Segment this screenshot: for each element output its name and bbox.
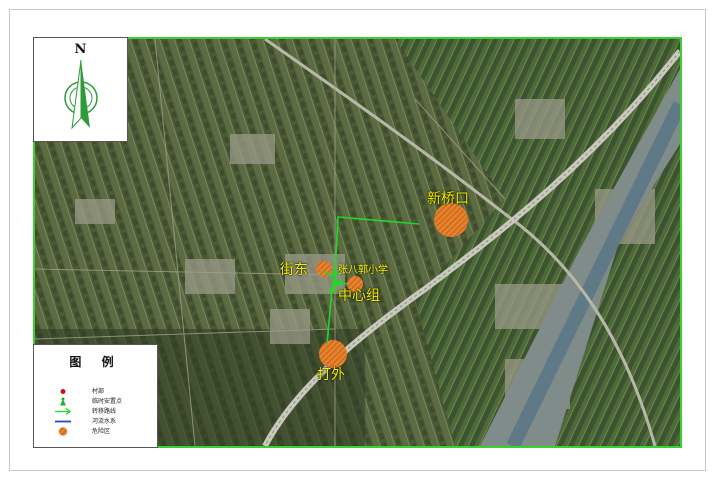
label-dawai: 打外 bbox=[317, 367, 345, 383]
legend-item-shelter: 临时安置点 bbox=[52, 397, 152, 406]
label-center-group: 中心组 bbox=[338, 288, 380, 304]
legend-title: 图 例 bbox=[69, 355, 122, 369]
shelter-icon bbox=[60, 397, 66, 406]
label-xinqiaokou: 新桥口 bbox=[427, 191, 469, 207]
compass-icon bbox=[64, 59, 98, 130]
water-line-icon bbox=[55, 420, 71, 423]
legend-item-danger: 危险区 bbox=[52, 427, 152, 436]
north-arrow-panel: N bbox=[33, 37, 128, 142]
hatched-circle-icon bbox=[58, 427, 68, 436]
legend-panel: 图 例 村部 临时安置点 转移路线 河流水系 危险区 bbox=[33, 344, 158, 448]
arrow-icon bbox=[55, 407, 72, 416]
legend-item-water: 河流水系 bbox=[52, 417, 152, 426]
label-jiedong: 街东 bbox=[280, 262, 308, 278]
legend-item-village: 村部 bbox=[52, 387, 152, 396]
legend-item-route: 转移路线 bbox=[52, 407, 152, 416]
danger-zone-xinqiaokou[interactable] bbox=[434, 203, 468, 237]
label-school: 张八郭小学 bbox=[338, 265, 388, 276]
village-dot-icon bbox=[60, 389, 66, 394]
